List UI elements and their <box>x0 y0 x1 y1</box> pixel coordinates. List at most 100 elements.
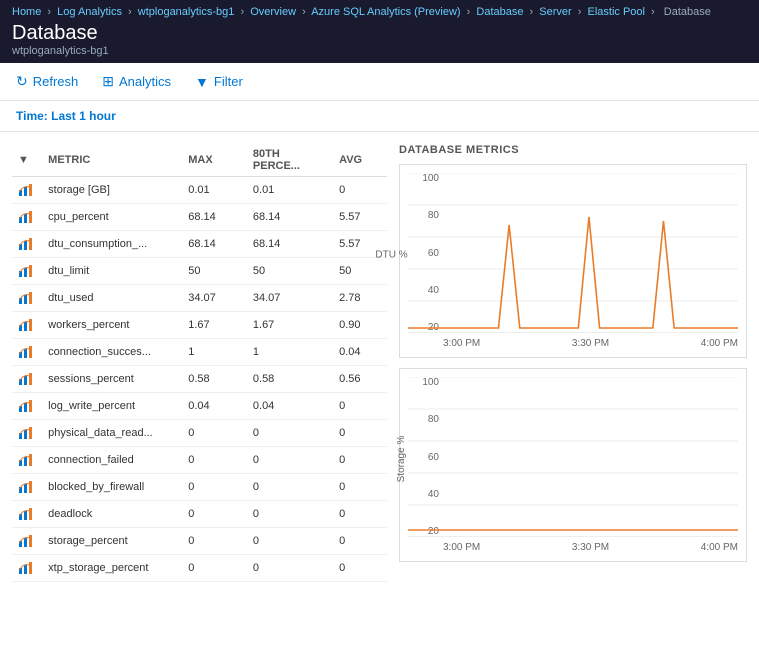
charts-section: DATABASE METRICS 100 80 60 40 20 DTU % <box>399 144 747 582</box>
metric-name: physical_data_read... <box>42 420 182 447</box>
metric-name: blocked_by_firewall <box>42 474 182 501</box>
table-row[interactable]: xtp_storage_percent 0 0 0 <box>12 555 387 582</box>
filter-icon: ▼ <box>195 74 209 90</box>
storage-chart-container: 100 80 60 40 20 Storage % <box>399 368 747 562</box>
page-subtitle: wtploganalytics-bg1 <box>12 45 747 57</box>
breadcrumb-database[interactable]: Database <box>476 6 523 18</box>
table-row[interactable]: workers_percent 1.67 1.67 0.90 <box>12 312 387 339</box>
page-title: Database <box>12 22 747 45</box>
metric-chart-icon <box>12 555 42 582</box>
metric-p80: 68.14 <box>247 231 333 258</box>
refresh-button[interactable]: ↻ Refresh <box>12 71 82 92</box>
storage-y-label: Storage % <box>396 435 407 482</box>
table-row[interactable]: storage [GB] 0.01 0.01 0 <box>12 177 387 204</box>
refresh-label: Refresh <box>33 74 79 89</box>
metric-avg: 0 <box>333 393 387 420</box>
metric-chart-icon <box>12 393 42 420</box>
metric-p80: 0 <box>247 474 333 501</box>
time-bar: Time: Last 1 hour <box>0 101 759 132</box>
metric-name: log_write_percent <box>42 393 182 420</box>
breadcrumb-overview[interactable]: Overview <box>250 6 296 18</box>
metric-p80: 0.04 <box>247 393 333 420</box>
breadcrumb-azure-sql[interactable]: Azure SQL Analytics (Preview) <box>311 6 460 18</box>
metric-chart-icon <box>12 528 42 555</box>
metric-avg: 0.04 <box>333 339 387 366</box>
table-row[interactable]: connection_failed 0 0 0 <box>12 447 387 474</box>
metric-avg: 2.78 <box>333 285 387 312</box>
breadcrumb: Home › Log Analytics › wtploganalytics-b… <box>12 6 747 18</box>
metric-name: dtu_consumption_... <box>42 231 182 258</box>
metrics-table: ▼ METRIC MAX 80TH PERCE... AVG storage [… <box>12 144 387 582</box>
analytics-label: Analytics <box>119 74 171 89</box>
dtu-y-label: DTU % <box>375 249 407 260</box>
metric-chart-icon <box>12 177 42 204</box>
metric-avg: 0.56 <box>333 366 387 393</box>
metric-chart-icon <box>12 312 42 339</box>
metric-chart-icon <box>12 339 42 366</box>
filter-col-header: ▼ <box>12 144 42 177</box>
analytics-button[interactable]: ⊞ Analytics <box>98 71 175 92</box>
dtu-chart-wrapper: 100 80 60 40 20 DTU % <box>408 173 738 349</box>
metric-name: workers_percent <box>42 312 182 339</box>
metric-max: 0 <box>182 447 247 474</box>
metric-max: 0.04 <box>182 393 247 420</box>
metric-p80: 34.07 <box>247 285 333 312</box>
breadcrumb-home[interactable]: Home <box>12 6 41 18</box>
storage-chart-svg <box>408 377 738 537</box>
metric-p80: 50 <box>247 258 333 285</box>
table-row[interactable]: sessions_percent 0.58 0.58 0.56 <box>12 366 387 393</box>
table-row[interactable]: storage_percent 0 0 0 <box>12 528 387 555</box>
table-row[interactable]: cpu_percent 68.14 68.14 5.57 <box>12 204 387 231</box>
p80-col-header: 80TH PERCE... <box>247 144 333 177</box>
table-row[interactable]: blocked_by_firewall 0 0 0 <box>12 474 387 501</box>
metric-name: sessions_percent <box>42 366 182 393</box>
table-row[interactable]: physical_data_read... 0 0 0 <box>12 420 387 447</box>
metric-max: 34.07 <box>182 285 247 312</box>
metric-avg: 0 <box>333 474 387 501</box>
metric-chart-icon <box>12 258 42 285</box>
metric-chart-icon <box>12 501 42 528</box>
metric-p80: 0.58 <box>247 366 333 393</box>
table-row[interactable]: connection_succes... 1 1 0.04 <box>12 339 387 366</box>
metric-name: deadlock <box>42 501 182 528</box>
metric-chart-icon <box>12 420 42 447</box>
table-row[interactable]: deadlock 0 0 0 <box>12 501 387 528</box>
metric-max: 0 <box>182 474 247 501</box>
dtu-x-labels: 3:00 PM 3:30 PM 4:00 PM <box>443 338 738 349</box>
metric-p80: 1 <box>247 339 333 366</box>
metric-max: 0 <box>182 528 247 555</box>
table-section: ▼ METRIC MAX 80TH PERCE... AVG storage [… <box>12 144 387 582</box>
metric-max: 0.58 <box>182 366 247 393</box>
metric-p80: 0.01 <box>247 177 333 204</box>
metric-p80: 0 <box>247 420 333 447</box>
table-row[interactable]: log_write_percent 0.04 0.04 0 <box>12 393 387 420</box>
metric-col-header: METRIC <box>42 144 182 177</box>
metric-avg: 0 <box>333 501 387 528</box>
main-content: ▼ METRIC MAX 80TH PERCE... AVG storage [… <box>0 132 759 594</box>
charts-title: DATABASE METRICS <box>399 144 747 156</box>
metric-p80: 0 <box>247 447 333 474</box>
dtu-chart-container: 100 80 60 40 20 DTU % <box>399 164 747 358</box>
breadcrumb-log-analytics[interactable]: Log Analytics <box>57 6 122 18</box>
metric-max: 50 <box>182 258 247 285</box>
metric-p80: 0 <box>247 501 333 528</box>
breadcrumb-server[interactable]: Server <box>539 6 571 18</box>
breadcrumb-current: Database <box>664 6 711 18</box>
metric-name: storage_percent <box>42 528 182 555</box>
metric-p80: 0 <box>247 528 333 555</box>
time-value: Last 1 hour <box>51 109 116 123</box>
table-row[interactable]: dtu_limit 50 50 50 <box>12 258 387 285</box>
metric-p80: 68.14 <box>247 204 333 231</box>
storage-chart-wrapper: 100 80 60 40 20 Storage % <box>408 377 738 553</box>
metric-chart-icon <box>12 366 42 393</box>
metric-name: xtp_storage_percent <box>42 555 182 582</box>
metric-avg: 0 <box>333 447 387 474</box>
metric-max: 0 <box>182 420 247 447</box>
metric-max: 68.14 <box>182 231 247 258</box>
breadcrumb-elastic-pool[interactable]: Elastic Pool <box>587 6 644 18</box>
table-row[interactable]: dtu_consumption_... 68.14 68.14 5.57 <box>12 231 387 258</box>
table-row[interactable]: dtu_used 34.07 34.07 2.78 <box>12 285 387 312</box>
breadcrumb-workspace[interactable]: wtploganalytics-bg1 <box>138 6 235 18</box>
filter-button[interactable]: ▼ Filter <box>191 72 247 92</box>
metric-avg: 0 <box>333 555 387 582</box>
